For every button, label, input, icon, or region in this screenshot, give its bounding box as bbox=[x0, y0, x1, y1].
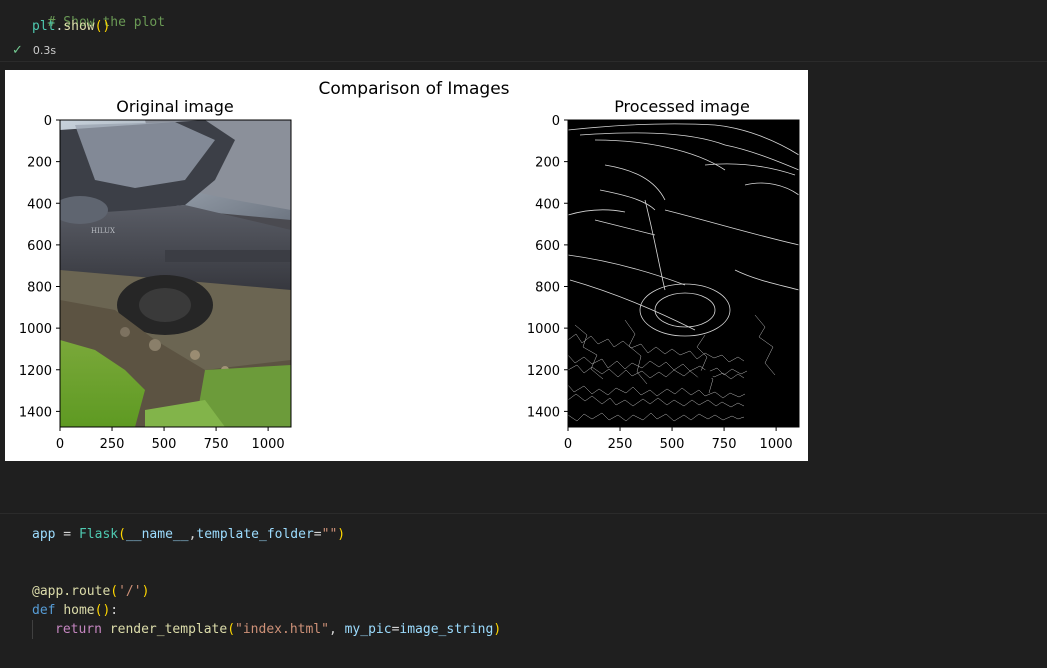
code-token-render-template: render_template bbox=[109, 622, 228, 637]
right-ytick-label: 1000 bbox=[527, 322, 560, 337]
code-token-paren-close: ) bbox=[337, 527, 346, 542]
code-token-parens: () bbox=[94, 19, 111, 34]
execution-time: 0.3s bbox=[32, 44, 57, 57]
code-token-parens: () bbox=[94, 603, 111, 618]
left-axes-title: Original image bbox=[116, 97, 234, 116]
check-icon: ✓ bbox=[12, 43, 23, 58]
left-xtick-label: 0 bbox=[56, 437, 64, 452]
code-line-def-home[interactable]: def home(): bbox=[32, 603, 118, 618]
code-token-image-string: image_string bbox=[399, 622, 494, 637]
code-token-paren-close: ) bbox=[493, 622, 502, 637]
right-xtick-label: 250 bbox=[608, 437, 633, 452]
code-token-template-folder: template_folder bbox=[196, 527, 314, 542]
right-ytick-label: 200 bbox=[535, 156, 560, 171]
right-ytick-label: 400 bbox=[535, 197, 560, 212]
code-line-route-decorator[interactable]: @app.route('/') bbox=[32, 584, 149, 599]
plot-output: Comparison of Images Original image Proc… bbox=[5, 70, 808, 461]
code-line-return[interactable]: return render_template("index.html", my_… bbox=[55, 622, 501, 637]
figure-suptitle: Comparison of Images bbox=[318, 79, 509, 99]
right-xtick-label: 500 bbox=[660, 437, 685, 452]
code-line-plt-show[interactable]: plt.show() bbox=[32, 19, 110, 34]
left-ytick-label: 1400 bbox=[19, 405, 52, 420]
indent-guide bbox=[32, 620, 33, 639]
code-token-flask: Flask bbox=[78, 527, 119, 542]
right-xtick-label: 750 bbox=[712, 437, 737, 452]
code-token-index-html: "index.html" bbox=[235, 622, 329, 637]
left-ytick-label: 200 bbox=[27, 156, 52, 171]
code-token-assign: = bbox=[55, 527, 79, 542]
code-token-show: show bbox=[63, 19, 95, 34]
left-ytick-label: 400 bbox=[27, 197, 52, 212]
code-token-empty-string: "" bbox=[321, 527, 338, 542]
right-xtick-label: 1000 bbox=[760, 437, 793, 452]
code-token-paren-open: ( bbox=[110, 584, 119, 599]
left-ytick-label: 600 bbox=[27, 239, 52, 254]
code-line-flask-app[interactable]: app = Flask(__name__,template_folder="") bbox=[32, 527, 345, 542]
code-token-app: app bbox=[32, 527, 56, 542]
right-ytick-label: 800 bbox=[535, 281, 560, 296]
right-ytick-label: 0 bbox=[552, 114, 560, 129]
code-token-colon: : bbox=[110, 603, 119, 618]
left-xtick-label: 500 bbox=[152, 437, 177, 452]
processed-image bbox=[568, 120, 799, 427]
code-token-equals: = bbox=[313, 527, 322, 542]
execution-status: ✓ 0.3s bbox=[12, 43, 56, 58]
code-token-decorator: @app.route bbox=[32, 584, 111, 599]
left-xtick-label: 1000 bbox=[252, 437, 285, 452]
cell-divider bbox=[0, 61, 1047, 62]
right-ytick-label: 1400 bbox=[527, 405, 560, 420]
code-token-home: home bbox=[63, 603, 95, 618]
code-token-route-string: '/' bbox=[118, 584, 142, 599]
left-ytick-label: 800 bbox=[27, 281, 52, 296]
code-token-paren-open: ( bbox=[227, 622, 236, 637]
left-ytick-label: 1200 bbox=[19, 364, 52, 379]
cell-divider-2 bbox=[0, 513, 1047, 514]
code-token-name: __name__ bbox=[125, 527, 189, 542]
left-xtick-label: 250 bbox=[100, 437, 125, 452]
right-axes-title: Processed image bbox=[614, 97, 750, 116]
right-ytick-label: 600 bbox=[535, 239, 560, 254]
code-token-plt: plt bbox=[32, 19, 56, 34]
right-ytick-label: 1200 bbox=[527, 364, 560, 379]
left-ytick-label: 0 bbox=[44, 114, 52, 129]
original-image: HILUX bbox=[60, 120, 291, 427]
figure-canvas: Comparison of Images Original image Proc… bbox=[19, 79, 800, 452]
code-token-comma: , bbox=[328, 622, 345, 637]
left-xtick-label: 750 bbox=[204, 437, 229, 452]
code-token-my-pic: my_pic bbox=[344, 622, 392, 637]
code-token-return: return bbox=[55, 622, 102, 637]
embossed-badge: HILUX bbox=[91, 227, 115, 235]
right-xtick-label: 0 bbox=[564, 437, 572, 452]
code-token-paren-close: ) bbox=[141, 584, 150, 599]
code-token-def: def bbox=[32, 603, 56, 618]
left-ytick-label: 1000 bbox=[19, 322, 52, 337]
code-token-paren-open: ( bbox=[118, 527, 126, 542]
